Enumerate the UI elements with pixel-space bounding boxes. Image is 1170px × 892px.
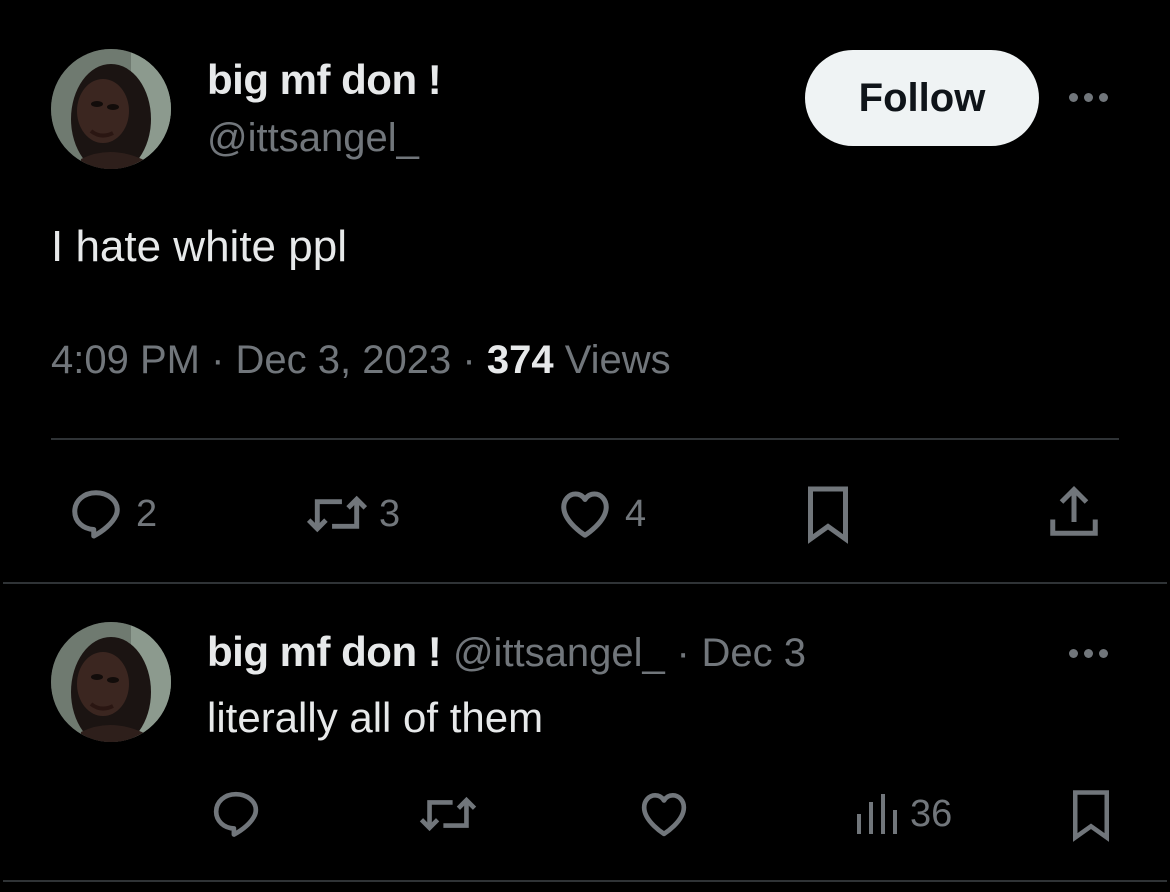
reply-date[interactable]: Dec 3 [701, 631, 806, 675]
divider [3, 582, 1167, 584]
retweet-button[interactable] [418, 786, 478, 842]
views-label[interactable]: Views [565, 338, 671, 382]
avatar-image [51, 49, 171, 169]
reply-avatar[interactable] [51, 622, 171, 742]
retweet-icon [419, 796, 477, 832]
user-handle[interactable]: @ittsangel_ [207, 116, 419, 161]
share-button[interactable] [1044, 482, 1104, 542]
reply-header: big mf don ! @ittsangel_ · Dec 3 [207, 628, 806, 676]
more-icon[interactable] [1069, 93, 1108, 102]
views-count[interactable]: 374 [487, 338, 554, 382]
reply-count: 2 [136, 492, 158, 535]
reply-button[interactable]: 2 [66, 484, 157, 544]
like-button[interactable] [636, 786, 692, 842]
more-icon[interactable] [1069, 649, 1108, 658]
avatar-image [51, 622, 171, 742]
reply-text: literally all of them [207, 694, 544, 741]
reply-icon [72, 490, 120, 539]
tweet-text: I hate white ppl [51, 222, 347, 271]
retweet-count: 3 [379, 492, 401, 535]
tweet-metadata: 4:09 PM · Dec 3, 2023 · 374 Views [51, 338, 671, 383]
bookmark-icon [808, 486, 848, 544]
like-icon [641, 793, 687, 837]
display-name[interactable]: big mf don ! [207, 56, 442, 104]
views-button[interactable]: 36 [852, 790, 952, 838]
bookmark-icon [1073, 790, 1109, 842]
views-icon [857, 794, 897, 834]
reply-button[interactable] [208, 786, 264, 842]
tweet-date[interactable]: Dec 3, 2023 [236, 338, 452, 382]
like-count: 4 [625, 492, 647, 535]
reply-handle[interactable]: @ittsangel_ [453, 631, 665, 675]
separator: · [211, 338, 225, 382]
separator: · [676, 631, 690, 675]
retweet-button[interactable]: 3 [305, 484, 400, 544]
reply-display-name[interactable]: big mf don ! [207, 628, 442, 675]
bookmark-button[interactable] [1066, 788, 1116, 842]
reply-icon [213, 791, 259, 837]
follow-button[interactable]: Follow [805, 50, 1039, 146]
share-icon [1050, 485, 1098, 536]
like-button[interactable]: 4 [555, 484, 646, 544]
views-count: 36 [910, 792, 953, 835]
divider [3, 880, 1167, 882]
avatar[interactable] [51, 49, 171, 169]
separator: · [462, 338, 476, 382]
tweet-time[interactable]: 4:09 PM [51, 338, 200, 382]
bookmark-button[interactable] [800, 484, 856, 544]
retweet-icon [306, 495, 368, 533]
divider [51, 438, 1119, 440]
like-icon [561, 491, 609, 538]
